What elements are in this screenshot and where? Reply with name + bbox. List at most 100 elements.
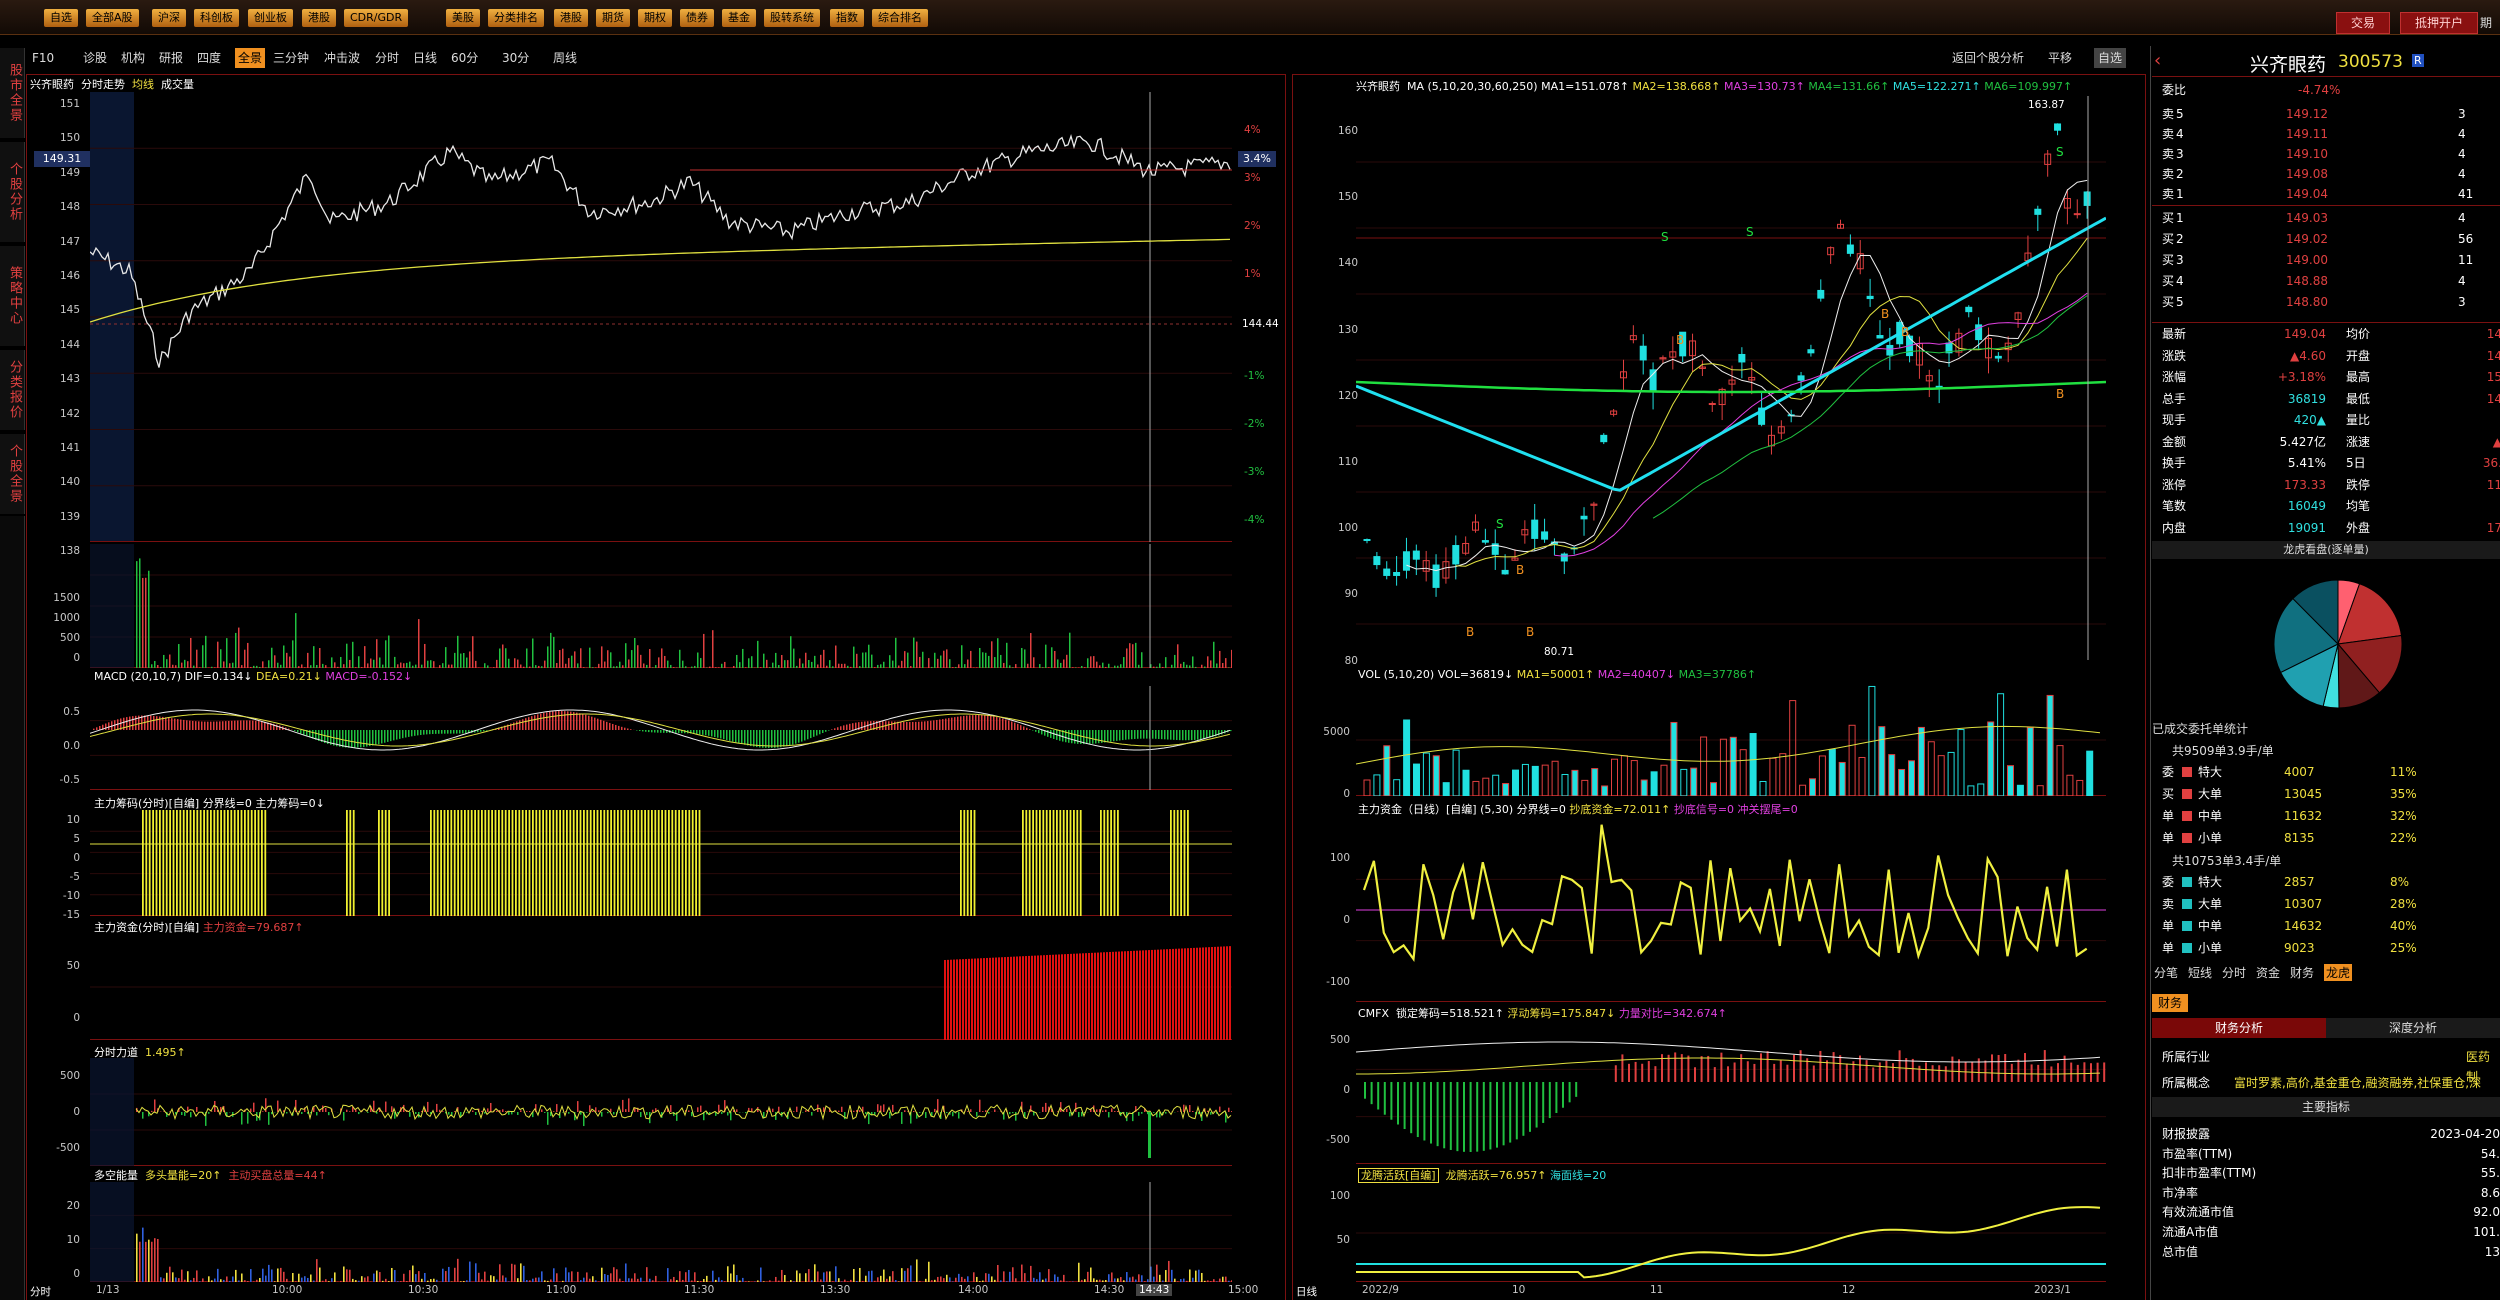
force-bar — [1060, 1102, 1062, 1112]
top-menu-4[interactable]: 创业板 — [248, 9, 293, 27]
top-menu-8[interactable]: 分类排名 — [488, 9, 544, 27]
macd-bar — [603, 720, 605, 730]
top-menu-0[interactable]: 自选 — [44, 9, 78, 27]
subbar-item-8[interactable]: 分时 — [375, 48, 399, 68]
margin-account-button[interactable]: 抵押开户 — [2400, 12, 2479, 34]
subbar-item-9[interactable]: 日线 — [413, 48, 437, 68]
back-to-analysis-link[interactable]: 返回个股分析 — [1952, 48, 2024, 68]
volume-bar — [295, 613, 297, 668]
ask-row[interactable]: 卖3 149.10 4 — [2158, 144, 2500, 164]
macd-bar — [747, 730, 749, 746]
chip-bar — [566, 810, 568, 916]
top-menu-9[interactable]: 港股 — [554, 9, 588, 27]
energy-bar — [169, 1266, 171, 1282]
quote-tab-2[interactable]: 分时 — [2222, 964, 2246, 981]
back-arrow-icon[interactable]: ‹ — [2154, 50, 2161, 71]
bid-row[interactable]: 买4 148.88 4 — [2158, 271, 2500, 291]
ask-row[interactable]: 卖4 149.11 4 — [2158, 124, 2500, 144]
top-menu-1[interactable]: 全部A股 — [86, 9, 139, 27]
more-button[interactable]: 期 — [2480, 14, 2492, 31]
cmfx-bar — [1885, 1060, 1888, 1082]
subbar-item-0[interactable]: F10 — [32, 48, 54, 68]
ask-row[interactable]: 卖5 149.12 3 — [2158, 104, 2500, 124]
subbar-item-10[interactable]: 60分 — [451, 48, 478, 68]
watchlist-dropdown[interactable]: 自选 — [2094, 48, 2127, 68]
energy-bar — [994, 1279, 996, 1282]
force-bar — [508, 1112, 510, 1115]
macd-bar — [246, 720, 248, 730]
subbar-item-1[interactable]: 诊股 — [83, 48, 107, 68]
top-menu-2[interactable]: 沪深 — [152, 9, 186, 27]
top-menu-10[interactable]: 期货 — [596, 9, 630, 27]
time-mode-button[interactable]: 分时 — [30, 1284, 51, 1299]
quote-tab-4[interactable]: 财务 — [2290, 964, 2314, 981]
volume-bar — [832, 666, 834, 668]
subbar-item-5[interactable]: 全景 — [235, 48, 266, 68]
sidetab-category[interactable]: 分类报价 — [0, 350, 25, 430]
period-mode-button[interactable]: 日线 — [1296, 1284, 1317, 1299]
subbar-item-12[interactable]: 周线 — [553, 48, 577, 68]
quote-tab-0[interactable]: 分笔 — [2154, 964, 2178, 981]
energy-bar — [220, 1279, 222, 1282]
macd-bar — [777, 730, 779, 748]
top-menu-3[interactable]: 科创板 — [194, 9, 239, 27]
energy-bar — [859, 1267, 861, 1282]
subbar-item-6[interactable]: 三分钟 — [273, 48, 309, 68]
macd-bar — [387, 730, 389, 742]
deep-analysis-tab[interactable]: 深度分析 — [2326, 1018, 2500, 1038]
subbar-item-7[interactable]: 冲击波 — [324, 48, 360, 68]
top-menu-14[interactable]: 股转系统 — [764, 9, 820, 27]
main-chips-chart — [90, 810, 1232, 916]
energy-bar — [1174, 1278, 1176, 1282]
sidetab-market[interactable]: 股市全景 — [0, 48, 25, 138]
pan-button[interactable]: 平移 — [2048, 48, 2072, 68]
top-menu-7[interactable]: 美股 — [446, 9, 480, 27]
sidetab-stock-overview[interactable]: 个股全景 — [0, 434, 25, 514]
quote-tab-5[interactable]: 龙虎 — [2324, 964, 2353, 981]
energy-bar — [637, 1278, 639, 1282]
bid-row[interactable]: 买5 148.80 3 — [2158, 292, 2500, 312]
energy-bar — [1195, 1270, 1197, 1282]
force-bar — [853, 1110, 855, 1112]
quote-tab-1[interactable]: 短线 — [2188, 964, 2212, 981]
daily-candlestick-chart[interactable]: BBBBBBBSS SS — [1356, 96, 2106, 660]
finance-analysis-tab[interactable]: 财务分析 — [2152, 1018, 2326, 1038]
bid-row[interactable]: 买1 149.03 4 — [2158, 208, 2500, 228]
ask-row[interactable]: 卖1 149.04 41 — [2158, 184, 2500, 204]
energy-bar — [1006, 1281, 1008, 1282]
top-menu-12[interactable]: 债券 — [680, 9, 714, 27]
subbar-item-2[interactable]: 机构 — [121, 48, 145, 68]
volume-bar — [1174, 654, 1176, 668]
subbar-item-11[interactable]: 30分 — [502, 48, 529, 68]
top-menu-15[interactable]: 指数 — [830, 9, 864, 27]
volume-bar — [385, 640, 387, 668]
subbar-item-3[interactable]: 研报 — [159, 48, 183, 68]
macd-bar — [186, 720, 188, 730]
intraday-price-chart[interactable] — [90, 92, 1232, 542]
bid-row[interactable]: 买2 149.02 56 — [2158, 229, 2500, 249]
finance-tab[interactable]: 财务 — [2152, 994, 2189, 1012]
energy-bar — [712, 1270, 714, 1282]
bid-row[interactable]: 买3 149.00 11 — [2158, 250, 2500, 270]
energy-bar — [1081, 1279, 1083, 1282]
sidetab-strategy[interactable]: 策略中心 — [0, 246, 25, 346]
macd-bar — [906, 721, 908, 730]
macd-bar — [798, 730, 800, 743]
top-menu-5[interactable]: 港股 — [302, 9, 336, 27]
sidetab-stock-analysis[interactable]: 个股分析 — [0, 142, 25, 242]
volume-bar — [424, 643, 426, 668]
fund-bar — [1052, 954, 1054, 1040]
candle-body — [1846, 244, 1854, 254]
axis-label: 0 — [73, 1268, 80, 1280]
quote-tab-3[interactable]: 资金 — [2256, 964, 2280, 981]
finance-row: 流通A市值 101. — [2162, 1225, 2500, 1239]
trade-button[interactable]: 交易 — [2336, 12, 2391, 34]
top-menu-16[interactable]: 综合排名 — [872, 9, 928, 27]
top-menu-6[interactable]: CDR/GDR — [344, 9, 409, 27]
ask-row[interactable]: 卖2 149.08 4 — [2158, 164, 2500, 184]
chip-bar — [378, 810, 380, 916]
top-menu-11[interactable]: 期权 — [638, 9, 672, 27]
force-bar — [946, 1112, 948, 1114]
top-menu-13[interactable]: 基金 — [722, 9, 756, 27]
subbar-item-4[interactable]: 四度 — [197, 48, 221, 68]
